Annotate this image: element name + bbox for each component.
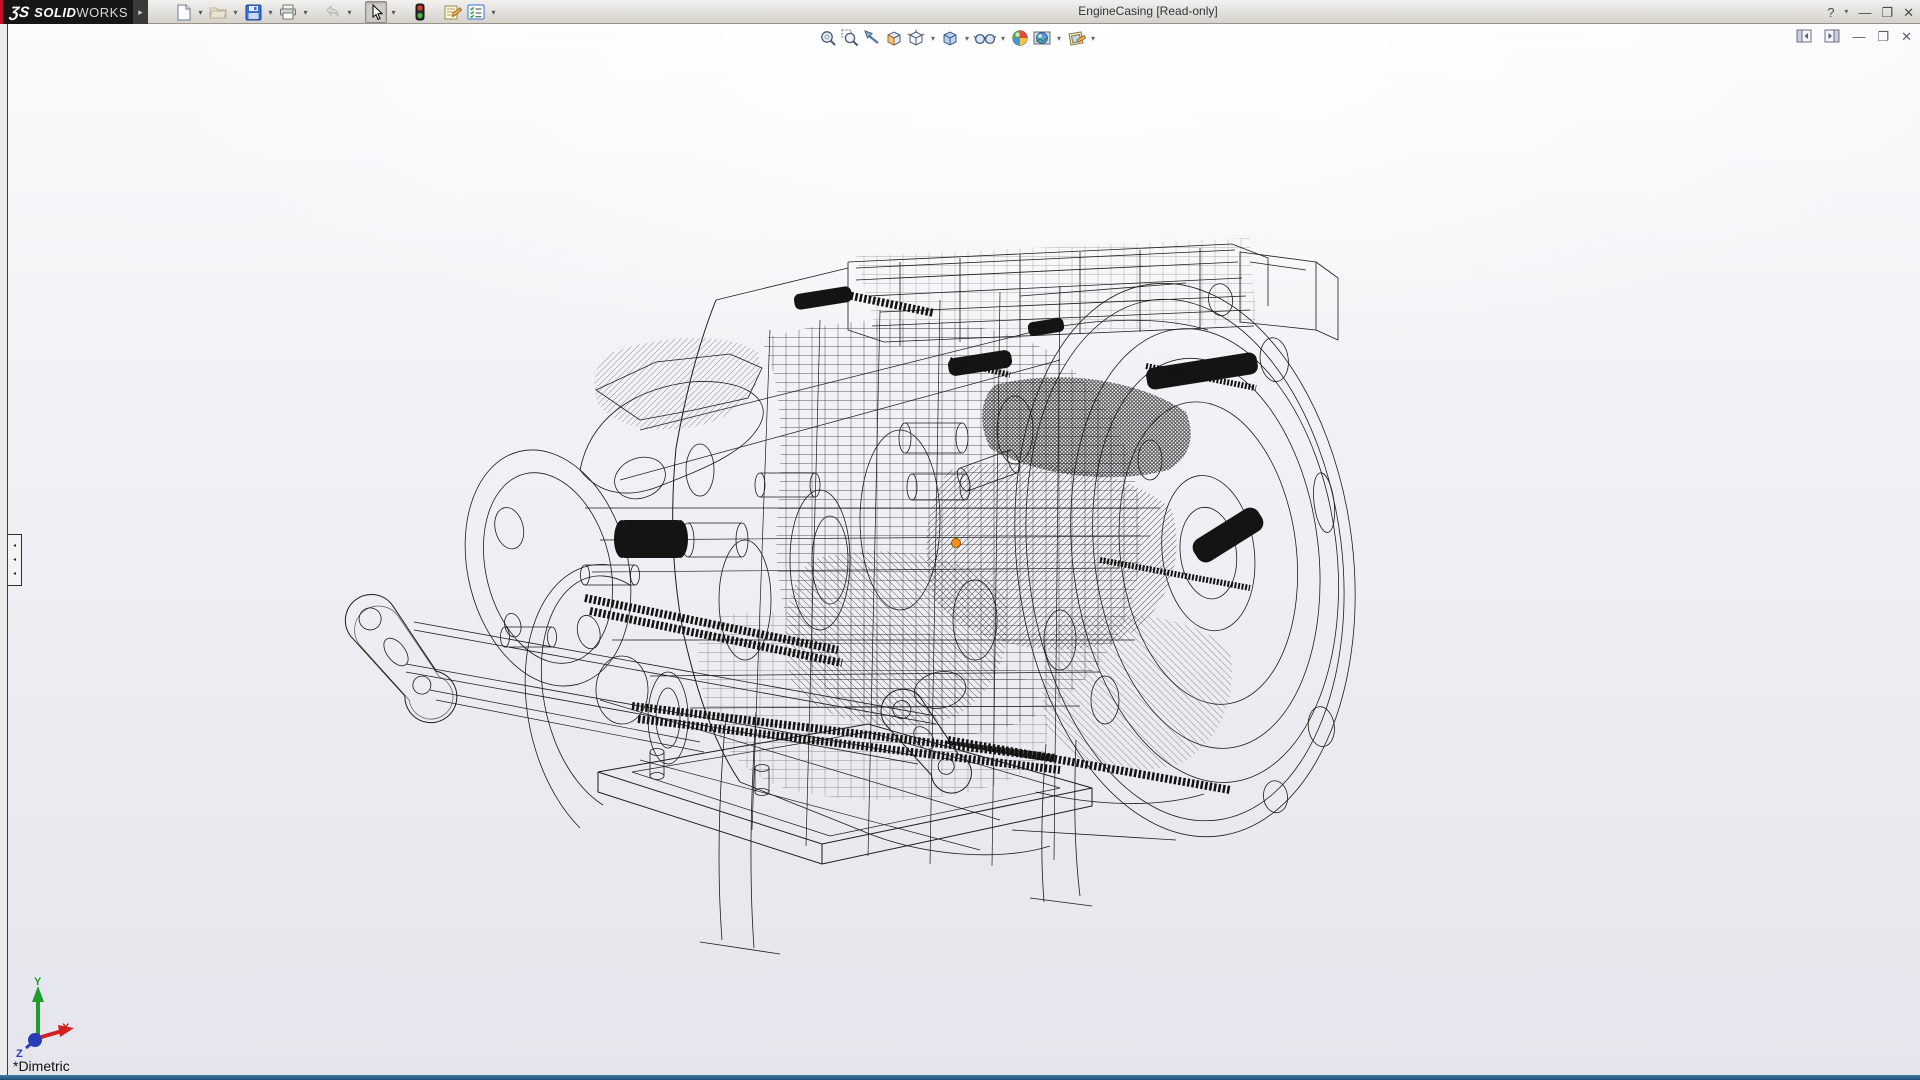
file-properties-icon (443, 4, 462, 21)
apply-scene-icon (1033, 29, 1051, 47)
edit-appearance-icon (1011, 29, 1029, 47)
taskbar-edge-strip (0, 1075, 1920, 1080)
zoom-to-area-icon (841, 29, 859, 47)
close-button[interactable]: ✕ (1903, 6, 1914, 19)
undo-dropdown[interactable]: ▾ (344, 1, 355, 23)
viewport-left-border (0, 24, 8, 1075)
view-settings-icon (1067, 30, 1086, 47)
view-orientation-icon (907, 29, 925, 47)
select-button[interactable] (365, 1, 387, 23)
dassault-3ds-mark: ƷS (9, 4, 31, 21)
pane-collapse-left-icon[interactable] (1796, 29, 1812, 43)
main-toolbar: ▾ ▾ ▾ (172, 0, 499, 24)
view-orientation-label: *Dimetric (13, 1058, 70, 1074)
undo-icon (323, 4, 341, 20)
document-window-controls: — ❐ ✕ (1796, 29, 1912, 43)
hide-show-items-icon (974, 30, 996, 46)
zoom-to-area-button[interactable] (840, 27, 860, 49)
new-document-icon (175, 4, 192, 21)
section-view-button[interactable] (884, 27, 904, 49)
help-dropdown[interactable]: ▾ (1844, 8, 1848, 16)
solidworks-logo: ƷS SOLIDWORKS (0, 0, 133, 24)
view-settings-button[interactable] (1066, 27, 1086, 49)
heads-up-view-toolbar: ▾ ▾ ▾ (818, 27, 1098, 49)
zoom-to-fit-button[interactable] (818, 27, 838, 49)
previous-view-button[interactable] (862, 27, 882, 49)
help-button[interactable]: ? (1827, 6, 1834, 19)
title-bar: ƷS SOLIDWORKS ▸ ▾ ▾ (0, 0, 1920, 24)
open-document-icon (209, 4, 227, 20)
open-document-button[interactable] (207, 1, 229, 23)
menu-flyout-button[interactable]: ▸ (133, 0, 148, 24)
triad-x-label: X (62, 1022, 69, 1034)
zoom-to-fit-icon (819, 29, 837, 47)
brand-wordmark: SOLIDWORKS (34, 5, 128, 20)
previous-view-icon (863, 29, 881, 47)
collapse-arrow-icon: ◂ (13, 557, 16, 563)
new-document-button[interactable] (172, 1, 194, 23)
triad-y-label: Y (34, 976, 41, 988)
view-settings-dropdown[interactable]: ▾ (1088, 34, 1098, 43)
engine-casing-wireframe-model (0, 0, 1920, 1056)
select-dropdown[interactable]: ▾ (388, 1, 399, 23)
rebuild-button[interactable] (409, 1, 431, 23)
print-dropdown[interactable]: ▾ (300, 1, 311, 23)
assembly-origin-marker[interactable] (952, 539, 961, 548)
doc-restore-button[interactable]: ❐ (1877, 30, 1889, 43)
minimize-button[interactable]: — (1858, 6, 1871, 19)
doc-close-button[interactable]: ✕ (1901, 30, 1912, 43)
triad-axes-icon (10, 978, 100, 1058)
display-style-icon (941, 29, 959, 47)
edit-appearance-button[interactable] (1010, 27, 1030, 49)
print-icon (279, 4, 297, 20)
select-cursor-icon (369, 4, 384, 21)
options-button[interactable] (465, 1, 487, 23)
file-properties-button[interactable] (441, 1, 464, 23)
save-icon (245, 4, 262, 21)
doc-minimize-button[interactable]: — (1852, 30, 1865, 43)
window-title: EngineCasing [Read-only] (1078, 4, 1217, 18)
feature-manager-collapsed-tab[interactable]: ◂ ◂ ◂ (8, 534, 22, 586)
view-orientation-dropdown[interactable]: ▾ (928, 34, 938, 43)
new-dropdown[interactable]: ▾ (195, 1, 206, 23)
print-button[interactable] (277, 1, 299, 23)
collapse-arrow-icon: ◂ (13, 571, 16, 577)
section-view-icon (885, 29, 903, 47)
view-orientation-button[interactable] (906, 27, 926, 49)
display-style-button[interactable] (940, 27, 960, 49)
undo-button[interactable] (321, 1, 343, 23)
save-button[interactable] (242, 1, 264, 23)
apply-scene-button[interactable] (1032, 27, 1052, 49)
solidworks-window: ƷS SOLIDWORKS ▸ ▾ ▾ (0, 0, 1920, 1080)
restore-button[interactable]: ❐ (1881, 6, 1893, 19)
window-controls: ? ▾ — ❐ ✕ (1827, 0, 1914, 24)
collapse-arrow-icon: ◂ (13, 543, 16, 549)
display-style-dropdown[interactable]: ▾ (962, 34, 972, 43)
hide-show-items-button[interactable] (974, 27, 996, 49)
open-dropdown[interactable]: ▾ (230, 1, 241, 23)
options-icon (467, 4, 485, 20)
reference-triad: Y X Z (10, 978, 100, 1058)
pane-collapse-right-icon[interactable] (1824, 29, 1840, 43)
apply-scene-dropdown[interactable]: ▾ (1054, 34, 1064, 43)
save-dropdown[interactable]: ▾ (265, 1, 276, 23)
options-dropdown[interactable]: ▾ (488, 1, 499, 23)
rebuild-traffic-light-icon (415, 3, 425, 21)
hide-show-items-dropdown[interactable]: ▾ (998, 34, 1008, 43)
